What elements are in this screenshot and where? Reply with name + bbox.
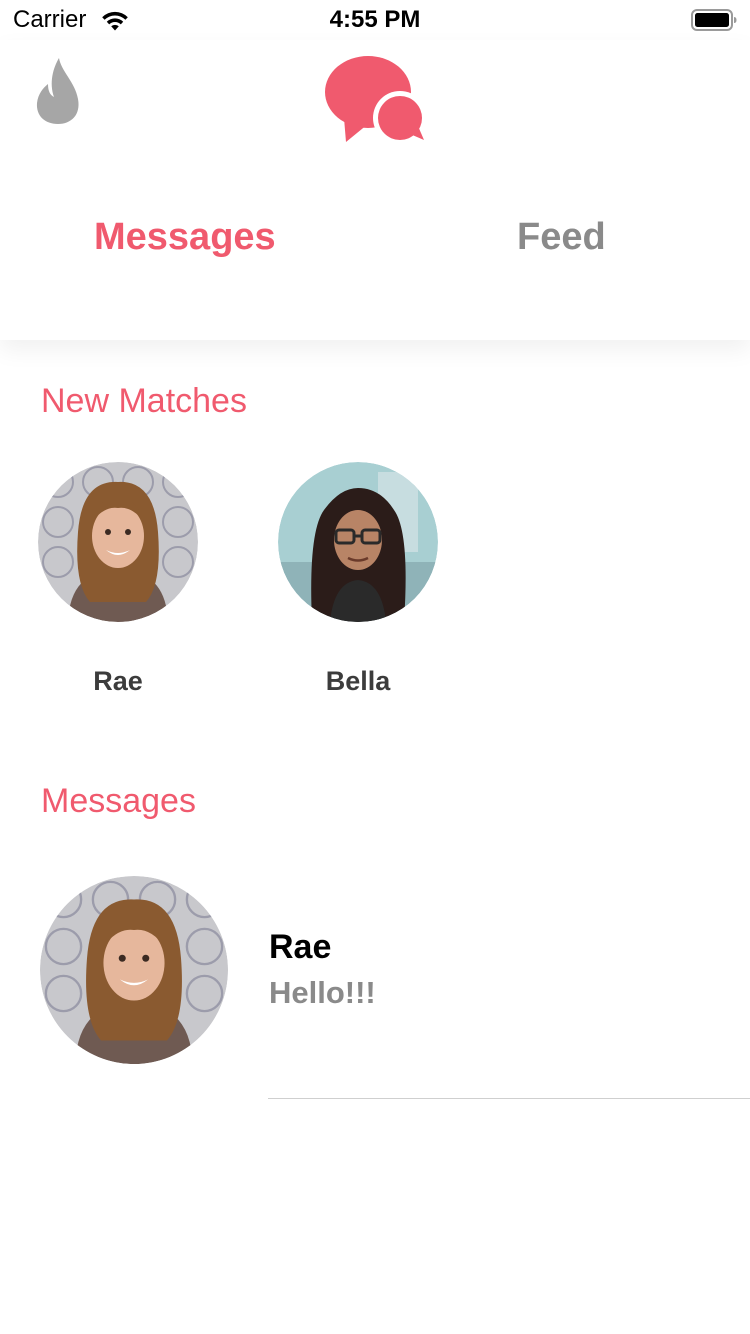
top-navigation: Messages Feed xyxy=(0,40,750,340)
message-sender-name: Rae xyxy=(269,928,332,966)
status-time: 4:55 PM xyxy=(329,6,421,33)
matches-screen: Carrier 4:55 PM Messages Feed New Matche… xyxy=(0,0,750,1334)
new-matches-title: New Matches xyxy=(41,382,247,420)
match-item[interactable]: Bella xyxy=(278,462,438,697)
avatar[interactable] xyxy=(278,462,438,622)
message-row[interactable]: Rae Hello!!! xyxy=(0,874,750,1100)
content-area: New Matches Rae Bella Messages Rae Hello… xyxy=(0,340,750,1334)
match-item[interactable]: Rae xyxy=(38,462,198,697)
tab-messages[interactable]: Messages xyxy=(94,216,276,259)
battery-icon xyxy=(691,9,737,31)
messages-section-title: Messages xyxy=(41,782,196,820)
message-preview: Hello!!! xyxy=(269,975,376,1010)
status-bar: Carrier 4:55 PM xyxy=(0,0,750,40)
match-name: Rae xyxy=(93,666,143,696)
flame-icon[interactable] xyxy=(34,56,82,126)
message-divider xyxy=(268,1098,750,1099)
avatar[interactable] xyxy=(38,462,198,622)
avatar[interactable] xyxy=(40,876,228,1064)
chat-bubbles-icon[interactable] xyxy=(324,54,428,146)
match-name: Bella xyxy=(325,666,391,696)
tab-feed[interactable]: Feed xyxy=(517,216,606,259)
